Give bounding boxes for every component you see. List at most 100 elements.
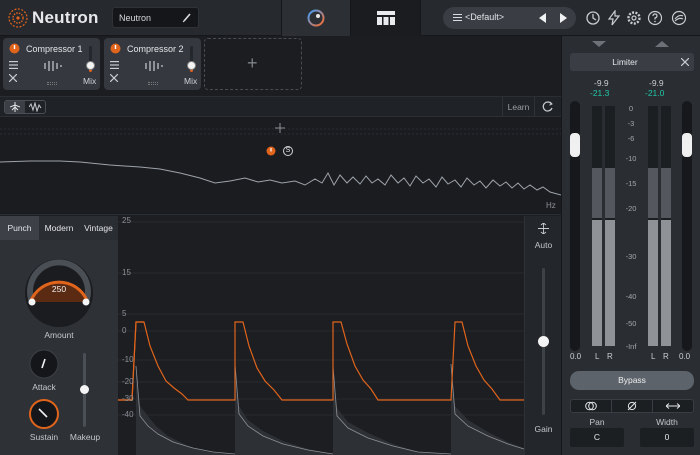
db-tick: -40	[122, 410, 134, 419]
tab-vintage[interactable]: Vintage	[79, 216, 118, 240]
spectrum-analyzer[interactable]: S Hz	[0, 117, 561, 215]
mix-slider-handle[interactable]	[187, 61, 196, 70]
meter-scale-tick: -10	[625, 154, 637, 163]
collapse-output-icon[interactable]	[655, 41, 669, 47]
drag-handle[interactable]	[148, 82, 158, 85]
mix-slider-handle[interactable]	[86, 61, 95, 70]
module-chain: Compressor 1 Mix Compressor 2 Mix +	[0, 36, 561, 97]
output-peak-value: -9.9	[649, 78, 664, 88]
width-value-field[interactable]: 0	[640, 428, 694, 447]
mix-label: Mix	[83, 76, 97, 86]
transient-envelope-graph[interactable]: 25 15 5 0 -10 -20 -30 -40	[118, 216, 524, 455]
module-name: Compressor 2	[127, 44, 184, 54]
auto-gain-icon[interactable]	[538, 223, 549, 234]
waveform-mode-icon[interactable]	[29, 102, 42, 112]
preset-selector[interactable]: <Default>	[443, 7, 576, 29]
top-bar: Neutron Neutron <Default>	[0, 0, 700, 36]
power-icon[interactable]	[110, 43, 121, 54]
preset-name: <Default>	[465, 12, 505, 22]
module-compressor-1[interactable]: Compressor 1 Mix	[3, 38, 100, 90]
learn-button[interactable]: Learn	[502, 97, 535, 117]
instance-name-field[interactable]: Neutron	[112, 7, 199, 28]
right-channel-label: R	[607, 352, 613, 361]
master-limiter-panel: Limiter -9.9 -21.3 -9.9 -21.0 0 -3 -6 -1…	[561, 36, 700, 455]
input-meter-left	[592, 106, 602, 346]
gain-panel: Auto Gain	[524, 216, 561, 455]
help-icon[interactable]	[647, 10, 663, 26]
output-meter-right	[661, 106, 671, 346]
spectrum-toolbar: Learn	[0, 97, 561, 117]
tab-modern[interactable]: Modern	[39, 216, 79, 240]
attack-label: Attack	[32, 382, 56, 392]
meter-scale-tick: -Inf	[625, 342, 637, 351]
db-tick: 25	[122, 216, 131, 225]
settings-icon[interactable]	[626, 10, 642, 26]
menu-icon[interactable]	[9, 61, 18, 69]
close-icon[interactable]	[681, 58, 689, 66]
meter-scale-tick: 0	[628, 104, 634, 113]
envelope-plot	[118, 221, 524, 455]
reset-icon[interactable]	[542, 101, 554, 113]
plus-icon: +	[247, 53, 258, 73]
sustain-label: Sustain	[29, 432, 59, 442]
relay-icon[interactable]	[671, 10, 687, 26]
width-label: Width	[656, 417, 678, 427]
limiter-label: Limiter	[612, 57, 638, 67]
input-gain-handle[interactable]	[570, 133, 580, 157]
input-rms-value: -21.3	[590, 88, 610, 98]
stereo-mode-bar	[570, 399, 694, 413]
menu-icon[interactable]	[110, 61, 119, 69]
visual-mixer-icon	[307, 9, 325, 27]
module-compressor-2[interactable]: Compressor 2 Mix	[104, 38, 201, 90]
meter-scale-tick: -6	[627, 134, 635, 143]
output-gain-handle[interactable]	[682, 133, 692, 157]
gain-slider-handle[interactable]	[538, 336, 549, 347]
meter-scale-tick: -30	[625, 252, 637, 261]
tab-punch[interactable]: Punch	[0, 216, 39, 240]
neutron-logo-icon	[8, 8, 28, 28]
left-channel-label: L	[651, 352, 656, 361]
drag-handle[interactable]	[47, 82, 57, 85]
assistant-icon[interactable]	[606, 10, 622, 26]
add-module-button[interactable]: +	[204, 38, 302, 90]
power-icon[interactable]	[9, 43, 20, 54]
phase-invert-toggle[interactable]	[612, 400, 653, 412]
transient-controls: 250 Amount Attack Sustain Makeup	[0, 240, 118, 455]
band-solo-power-icon[interactable]	[266, 146, 276, 156]
limiter-module[interactable]: Limiter	[570, 53, 694, 71]
meter-scale-tick: -40	[625, 292, 637, 301]
gain-label: Gain	[534, 424, 553, 434]
input-peak-value: -9.9	[594, 78, 609, 88]
pan-value-field[interactable]: C	[570, 428, 624, 447]
pan-label: Pan	[589, 417, 605, 427]
compressor-icon	[44, 61, 62, 71]
spectrum-graph	[0, 123, 561, 196]
next-preset-icon[interactable]	[559, 13, 567, 23]
collapse-input-icon[interactable]	[592, 41, 606, 47]
spectrum-mode-toggle[interactable]	[4, 100, 46, 114]
bypass-button[interactable]: Bypass	[570, 371, 694, 390]
pencil-icon[interactable]	[182, 12, 192, 23]
swap-arrows-icon	[666, 403, 680, 409]
swap-channels-toggle[interactable]	[653, 400, 693, 412]
input-gain-value: 0.0	[570, 352, 582, 361]
app-title: Neutron	[32, 8, 99, 27]
history-icon[interactable]	[585, 10, 601, 26]
sustain-knob[interactable]	[28, 398, 60, 430]
band-solo-button[interactable]: S	[283, 146, 293, 156]
close-icon[interactable]	[110, 74, 118, 82]
mode-transient[interactable]	[5, 101, 25, 113]
db-tick: 0	[122, 326, 127, 335]
makeup-slider-handle[interactable]	[80, 385, 89, 394]
db-tick: -20	[122, 377, 134, 386]
right-channel-label: R	[663, 352, 669, 361]
attack-knob[interactable]	[28, 348, 60, 380]
mono-toggle[interactable]	[571, 400, 612, 412]
previous-preset-icon[interactable]	[539, 13, 547, 23]
tab-modules[interactable]	[351, 0, 421, 36]
auto-label[interactable]: Auto	[525, 240, 562, 250]
tab-visual-mixer[interactable]	[281, 0, 351, 36]
close-icon[interactable]	[9, 74, 17, 82]
style-tabs: Punch Modern Vintage	[0, 216, 118, 240]
meter-scale-tick: -15	[625, 179, 637, 188]
